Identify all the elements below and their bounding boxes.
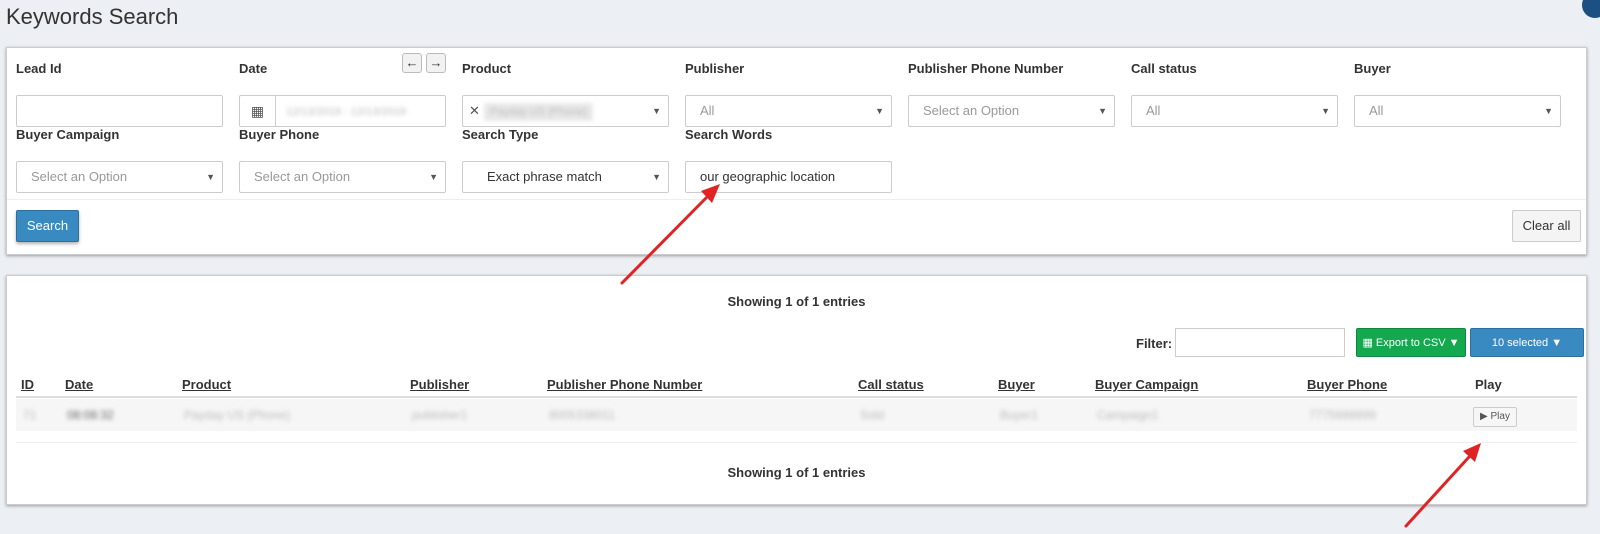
chevron-down-icon: ▼: [1321, 106, 1330, 116]
avatar[interactable]: [1582, 0, 1600, 18]
table-row[interactable]: 71 08:08:32 Payday US (Phone) publisher1…: [16, 399, 1577, 431]
divider: [7, 199, 1586, 200]
showing-entries-bottom: Showing 1 of 1 entries: [727, 465, 866, 480]
chevron-down-icon: ▼: [206, 172, 215, 182]
product-select[interactable]: ✕ Payday US (Phone) ▼: [462, 95, 669, 127]
call-status-group: Call status All ▼: [1131, 61, 1338, 127]
chevron-down-icon: ▼: [652, 172, 661, 182]
chevron-down-icon: ▼: [652, 106, 661, 116]
column-header-id[interactable]: ID: [21, 377, 34, 392]
search-words-label: Search Words: [685, 127, 773, 142]
call-status-value: All: [1146, 103, 1161, 118]
buyer-value: All: [1369, 103, 1384, 118]
cell-date: 08:08:32: [67, 408, 114, 422]
chevron-down-icon: ▼: [1544, 106, 1553, 116]
showing-entries-top: Showing 1 of 1 entries: [727, 294, 866, 309]
search-type-label: Search Type: [462, 127, 539, 142]
buyer-phone-label: Buyer Phone: [239, 127, 320, 142]
buyer-phone-group: Buyer Phone Select an Option ▼: [239, 127, 446, 193]
cell-call-status: Sold: [860, 408, 885, 422]
arrow-right-icon[interactable]: →: [426, 53, 446, 73]
column-header-buyer[interactable]: Buyer: [998, 377, 1035, 392]
chevron-down-icon: ▼: [875, 106, 884, 116]
results-panel: Showing 1 of 1 entries Filter: ▦ Export …: [6, 275, 1587, 505]
search-words-input[interactable]: our geographic location: [685, 161, 892, 193]
product-label: Product: [462, 61, 512, 76]
buyer-campaign-group: Buyer Campaign Select an Option ▼: [16, 127, 223, 193]
column-header-publisher-phone[interactable]: Publisher Phone Number: [547, 377, 702, 392]
lead-id-label: Lead Id: [16, 61, 62, 76]
columns-selected-button[interactable]: 10 selected ▼: [1470, 328, 1584, 357]
clear-icon[interactable]: ✕: [469, 103, 480, 118]
filter-panel: Lead Id Date ← → ▦ 12/13/2019 - 12/13/201…: [6, 47, 1587, 255]
call-status-select[interactable]: All ▼: [1131, 95, 1338, 127]
table-header-divider: [16, 396, 1577, 398]
publisher-phone-select[interactable]: Select an Option ▼: [908, 95, 1115, 127]
play-button[interactable]: ▶ Play: [1473, 407, 1517, 427]
product-tag: Payday US (Phone): [483, 103, 594, 121]
buyer-campaign-placeholder: Select an Option: [31, 169, 128, 184]
product-group: Product ✕ Payday US (Phone) ▼: [462, 61, 669, 127]
buyer-campaign-select[interactable]: Select an Option ▼: [16, 161, 223, 193]
play-icon: ▶: [1480, 411, 1488, 422]
publisher-phone-label: Publisher Phone Number: [908, 61, 1064, 76]
csv-file-icon: ▦: [1362, 337, 1373, 349]
buyer-select[interactable]: All ▼: [1354, 95, 1561, 127]
lead-id-input[interactable]: [16, 95, 223, 127]
search-type-group: Search Type Exact phrase match ▼: [462, 127, 669, 193]
arrow-left-icon[interactable]: ←: [402, 53, 422, 73]
publisher-group: Publisher All ▼: [685, 61, 892, 127]
cell-buyer: Buyer1: [1000, 408, 1039, 422]
date-group: Date ← → ▦ 12/13/2019 - 12/13/2019: [239, 53, 446, 127]
call-status-label: Call status: [1131, 61, 1197, 76]
page-title: Keywords Search: [6, 4, 179, 29]
filter-input[interactable]: [1175, 328, 1345, 357]
column-header-play: Play: [1475, 377, 1502, 392]
table-row-divider: [16, 442, 1577, 443]
column-header-product[interactable]: Product: [182, 377, 231, 392]
export-csv-label: Export to CSV: [1375, 337, 1446, 349]
search-button[interactable]: Search: [16, 210, 79, 242]
buyer-label: Buyer: [1354, 61, 1391, 76]
cell-publisher: publisher1: [412, 408, 468, 422]
chevron-down-icon: ▼: [1098, 106, 1107, 116]
publisher-label: Publisher: [685, 61, 745, 76]
buyer-phone-select[interactable]: Select an Option ▼: [239, 161, 446, 193]
date-range-value: 12/13/2019 - 12/13/2019: [286, 106, 406, 118]
column-header-buyer-campaign[interactable]: Buyer Campaign: [1095, 377, 1198, 392]
caret-down-icon: ▼: [1551, 337, 1563, 349]
publisher-value: All: [700, 103, 715, 118]
search-type-value: Exact phrase match: [487, 169, 602, 184]
date-range-input[interactable]: ▦ 12/13/2019 - 12/13/2019: [239, 95, 446, 127]
play-label: Play: [1490, 411, 1510, 422]
publisher-phone-placeholder: Select an Option: [923, 103, 1020, 118]
lead-id-group: Lead Id: [16, 61, 223, 127]
columns-selected-label: 10 selected: [1491, 337, 1549, 349]
column-header-publisher[interactable]: Publisher: [410, 377, 469, 392]
cell-buyer-campaign: Campaign1: [1097, 408, 1159, 422]
calendar-icon: ▦: [240, 96, 276, 126]
publisher-phone-group: Publisher Phone Number Select an Option …: [908, 61, 1115, 127]
column-header-buyer-phone[interactable]: Buyer Phone: [1307, 377, 1387, 392]
column-header-date[interactable]: Date: [65, 377, 93, 392]
publisher-select[interactable]: All ▼: [685, 95, 892, 127]
search-type-select[interactable]: Exact phrase match ▼: [462, 161, 669, 193]
caret-down-icon: ▼: [1448, 337, 1460, 349]
buyer-group: Buyer All ▼: [1354, 61, 1561, 127]
filter-label: Filter:: [1136, 336, 1173, 351]
cell-buyer-phone: 7775688899: [1309, 408, 1376, 422]
cell-id: 71: [23, 408, 37, 422]
column-header-call-status[interactable]: Call status: [858, 377, 924, 392]
export-csv-button[interactable]: ▦ Export to CSV ▼: [1356, 328, 1466, 357]
buyer-phone-placeholder: Select an Option: [254, 169, 351, 184]
cell-product: Payday US (Phone): [184, 408, 291, 422]
search-words-group: Search Words our geographic location: [685, 127, 892, 193]
chevron-down-icon: ▼: [429, 172, 438, 182]
clear-all-button[interactable]: Clear all: [1512, 210, 1581, 242]
cell-publisher-phone: 8005338011: [549, 408, 615, 422]
buyer-campaign-label: Buyer Campaign: [16, 127, 120, 142]
